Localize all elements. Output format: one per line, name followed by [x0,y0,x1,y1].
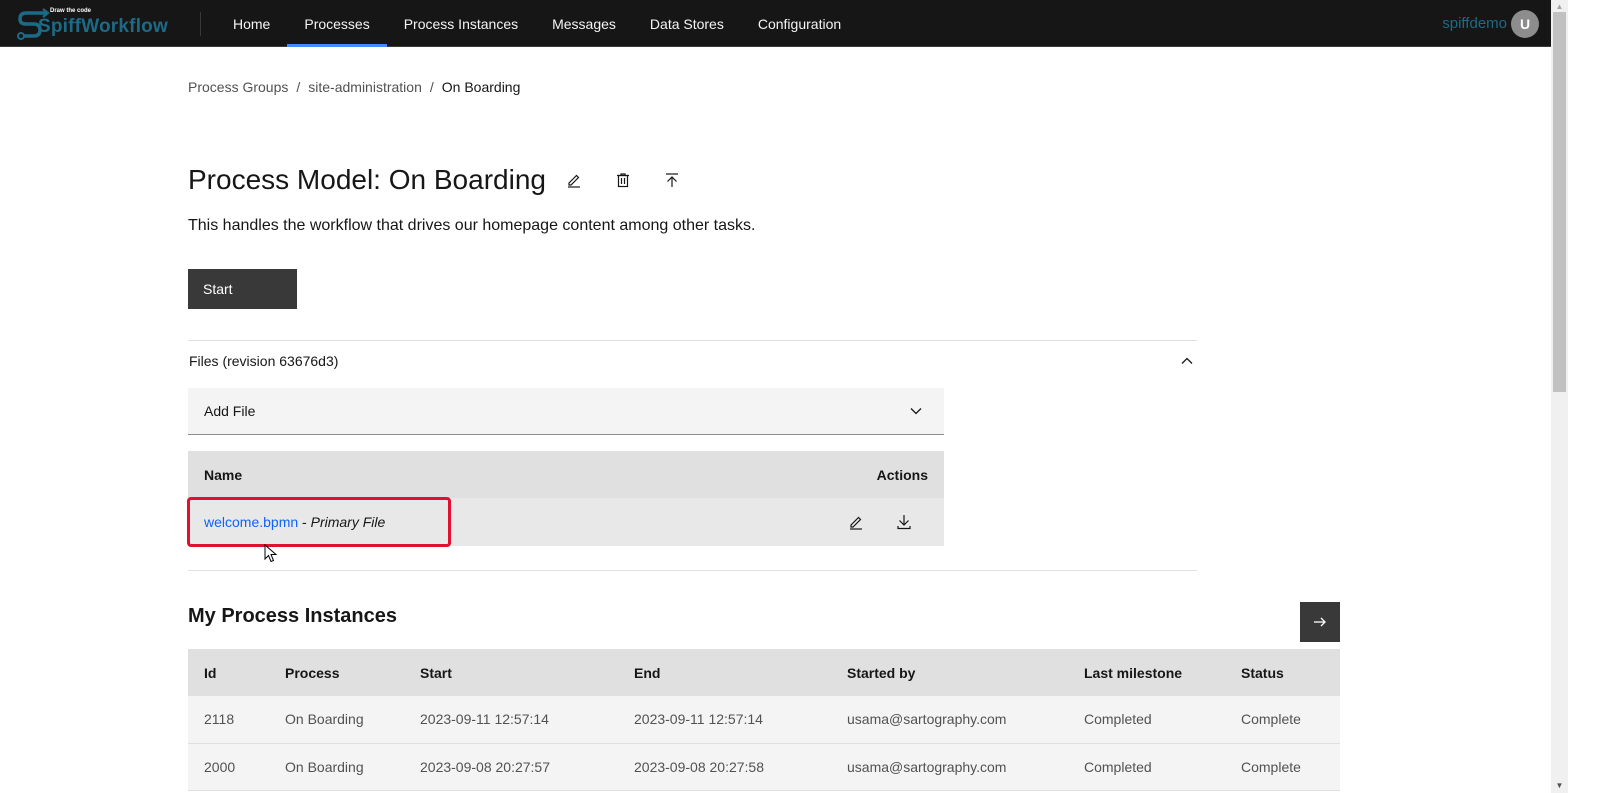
column-header-actions: Actions [876,466,928,483]
file-link[interactable]: welcome.bpmn [204,514,298,530]
cell-last-milestone: Completed [1068,696,1225,744]
nav-messages[interactable]: Messages [535,0,633,47]
model-description: This handles the workflow that drives ou… [188,217,756,234]
cell-process: On Boarding [269,696,404,744]
view-all-instances-button[interactable] [1300,602,1340,642]
column-header-id[interactable]: Id [188,649,269,696]
cell-id[interactable]: 2000 [188,743,269,791]
edit-icon[interactable] [562,168,586,192]
add-file-label: Add File [204,403,256,419]
column-header-end[interactable]: End [618,649,831,696]
nav-process-instances[interactable]: Process Instances [387,0,535,47]
accordion-divider [188,570,1197,571]
column-header-start[interactable]: Start [404,649,618,696]
my-process-instances-title: My Process Instances [188,605,397,627]
scroll-up-arrow-icon[interactable]: ▲ [1551,2,1568,12]
title-row: Process Model: On Boarding [188,164,684,196]
cell-process: On Boarding [269,743,404,791]
column-header-status[interactable]: Status [1225,649,1340,696]
files-table: Name Actions welcome.bpmn - Primary File [188,451,944,546]
user-menu[interactable]: spiffdemo U [1442,0,1539,47]
process-instances-table: Id Process Start End Started by Last mil… [188,649,1340,791]
scroll-down-arrow-icon[interactable]: ▼ [1551,781,1568,791]
column-header-started-by[interactable]: Started by [831,649,1068,696]
nav-home[interactable]: Home [216,0,287,47]
start-button[interactable]: Start [188,269,297,309]
breadcrumb: Process Groups / site-administration / O… [188,79,520,95]
table-row[interactable]: 2118 On Boarding 2023-09-11 12:57:14 202… [188,696,1340,744]
download-file-icon[interactable] [895,513,913,531]
arrow-right-icon [1314,617,1326,627]
files-section-title: Files (revision 63676d3) [189,353,339,369]
table-row: welcome.bpmn - Primary File [188,498,944,546]
column-header-name: Name [204,466,243,483]
cell-end: 2023-09-08 20:27:58 [618,743,831,791]
chevron-up-icon[interactable] [1179,353,1195,369]
cell-start: 2023-09-11 12:57:14 [404,696,618,744]
file-actions [847,513,913,531]
cell-status: Complete [1225,743,1340,791]
add-file-dropdown[interactable]: Add File [188,388,944,435]
files-accordion-toggle[interactable]: Files (revision 63676d3) [188,341,1197,381]
page-title: Process Model: On Boarding [188,164,546,195]
breadcrumb-site-administration[interactable]: site-administration [308,79,422,95]
spiffworkflow-logo[interactable]: Draw the code SpiffWorkflow [16,6,176,42]
cell-end: 2023-09-11 12:57:14 [618,696,831,744]
nav-configuration[interactable]: Configuration [741,0,858,47]
file-name-cell: welcome.bpmn - Primary File [204,514,385,530]
cell-start: 2023-09-08 20:27:57 [404,743,618,791]
cell-started-by: usama@sartography.com [831,743,1068,791]
table-row[interactable]: 2000 On Boarding 2023-09-08 20:27:57 202… [188,743,1340,791]
nav-processes[interactable]: Processes [287,0,388,47]
breadcrumb-separator: / [296,79,301,95]
mouse-cursor-icon [264,544,278,563]
column-header-last-milestone[interactable]: Last milestone [1068,649,1225,696]
logo-tagline: Draw the code [50,8,92,14]
vertical-scrollbar[interactable]: ▲ ▼ [1551,0,1568,793]
delete-icon[interactable] [611,168,635,192]
chevron-down-icon [910,408,922,415]
cell-last-milestone: Completed [1068,743,1225,791]
nav-data-stores[interactable]: Data Stores [633,0,741,47]
header-divider [200,12,201,36]
cell-started-by: usama@sartography.com [831,696,1068,744]
file-separator: - [298,514,311,530]
breadcrumb-separator: / [429,79,434,95]
page: Draw the code SpiffWorkflow Home Process… [0,0,1600,793]
edit-file-icon[interactable] [847,513,865,531]
avatar[interactable]: U [1511,9,1539,38]
scroll-thumb[interactable] [1553,12,1566,392]
main-nav: Home Processes Process Instances Message… [216,0,858,47]
primary-file-tag: Primary File [310,514,386,530]
username[interactable]: spiffdemo [1442,15,1507,32]
top-navigation-bar: Draw the code SpiffWorkflow Home Process… [0,0,1551,47]
breadcrumb-process-groups[interactable]: Process Groups [188,79,288,95]
publish-icon[interactable] [660,168,684,192]
files-table-header: Name Actions [188,451,944,498]
logo-wordmark: SpiffWorkflow [38,16,168,37]
breadcrumb-current: On Boarding [441,79,521,95]
column-header-process[interactable]: Process [269,649,404,696]
cell-id[interactable]: 2118 [188,696,269,744]
table-header-row: Id Process Start End Started by Last mil… [188,649,1340,696]
cell-status: Complete [1225,696,1340,744]
